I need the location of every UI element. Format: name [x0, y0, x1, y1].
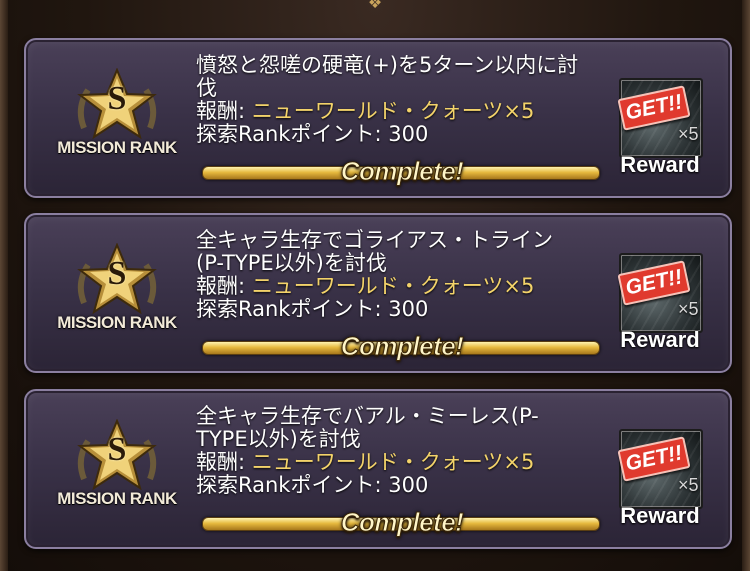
rank-letter: S [107, 255, 127, 292]
mission-title-line: TYPE以外)を討伐 [196, 427, 361, 451]
mission-card[interactable]: S MISSION RANK 全キャラ生存でバアル・ミーレス(P- TYPE以外… [24, 389, 732, 549]
reward-value: ニューワールド・クォーツ×5 [251, 99, 535, 123]
mission-rank-badge: S MISSION RANK [46, 243, 188, 339]
reward-value: ニューワールド・クォーツ×5 [251, 450, 535, 474]
mission-description: 全キャラ生存でゴライアス・トライン (P-TYPE以外)を討伐 報酬: ニューワ… [196, 229, 616, 321]
mission-reward-line: 報酬: ニューワールド・クォーツ×5 [196, 275, 616, 298]
mission-description: 憤怒と怨嗟の硬竜(+)を5ターン以内に討 伐 報酬: ニューワールド・クォーツ×… [196, 54, 616, 146]
mission-card[interactable]: S MISSION RANK 憤怒と怨嗟の硬竜(+)を5ターン以内に討 伐 報酬… [24, 38, 732, 198]
reward-label: Reward [620, 152, 700, 177]
top-ornament-icon: ❖ [367, 0, 383, 12]
mission-title-line: 憤怒と怨嗟の硬竜(+)を5ターン以内に討 [196, 53, 579, 77]
mission-description: 全キャラ生存でバアル・ミーレス(P- TYPE以外)を討伐 報酬: ニューワール… [196, 405, 616, 497]
reward-quantity: ×5 [678, 475, 699, 495]
mission-rank-badge: S MISSION RANK [46, 419, 188, 515]
mission-points-line: 探索Rankポイント: 300 [196, 297, 429, 321]
reward-quantity: ×5 [678, 299, 699, 319]
reward-button[interactable]: GET!! ×5 Reward [616, 78, 706, 180]
mission-points-line: 探索Rankポイント: 300 [196, 122, 429, 146]
reward-prefix: 報酬: [196, 450, 252, 474]
mission-title-line: 全キャラ生存でバアル・ミーレス(P- [196, 404, 539, 428]
reward-label: Reward [620, 503, 700, 528]
mission-rank-badge: S MISSION RANK [46, 68, 188, 164]
mission-card[interactable]: S MISSION RANK 全キャラ生存でゴライアス・トライン (P-TYPE… [24, 213, 732, 373]
reward-button[interactable]: GET!! ×5 Reward [616, 429, 706, 531]
reward-button[interactable]: GET!! ×5 Reward [616, 253, 706, 355]
mission-reward-line: 報酬: ニューワールド・クォーツ×5 [196, 451, 616, 474]
mission-points-line: 探索Rankポイント: 300 [196, 473, 429, 497]
reward-prefix: 報酬: [196, 274, 252, 298]
reward-label: Reward [620, 327, 700, 352]
reward-prefix: 報酬: [196, 99, 252, 123]
reward-value: ニューワールド・クォーツ×5 [251, 274, 535, 298]
mission-rank-label: MISSION RANK [57, 138, 177, 157]
rank-letter: S [107, 80, 127, 117]
rank-letter: S [107, 431, 127, 468]
mission-complete-label: Complete! [340, 156, 464, 187]
mission-rank-label: MISSION RANK [57, 489, 177, 508]
mission-title-line: 全キャラ生存でゴライアス・トライン [196, 228, 553, 252]
mission-complete-label: Complete! [340, 507, 464, 538]
mission-title-line: 伐 [196, 76, 217, 100]
mission-complete-label: Complete! [340, 331, 464, 362]
mission-rank-label: MISSION RANK [57, 313, 177, 332]
mission-title-line: (P-TYPE以外)を討伐 [196, 251, 387, 275]
mission-reward-line: 報酬: ニューワールド・クォーツ×5 [196, 100, 616, 123]
reward-quantity: ×5 [678, 124, 699, 144]
mission-list-panel: ❖ S MISSION RANK 憤怒と怨嗟の硬竜(+)を5ターン以内に討 伐 … [0, 0, 750, 571]
